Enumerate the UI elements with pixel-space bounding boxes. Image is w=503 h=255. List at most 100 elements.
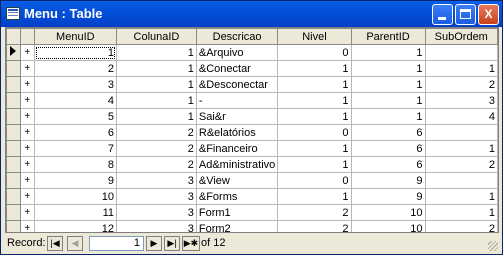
cell-parentid[interactable]: 1 <box>350 44 426 61</box>
cell-subordem[interactable]: 2 <box>424 76 498 93</box>
expand-subdatasheet-icon[interactable]: + <box>19 92 35 109</box>
cell-subordem[interactable]: 3 <box>424 92 498 109</box>
cell-descricao[interactable]: &Forms <box>195 188 279 205</box>
record-selector[interactable] <box>6 220 21 232</box>
cell-parentid[interactable]: 1 <box>350 76 426 93</box>
record-selector[interactable] <box>6 92 21 109</box>
record-selector[interactable] <box>6 44 21 61</box>
cell-subordem[interactable] <box>424 172 498 189</box>
cell-descricao[interactable]: &Arquivo <box>195 44 279 61</box>
column-header-subordem[interactable]: SubOrdem <box>424 28 498 45</box>
table-row[interactable]: +3 1 &Desconectar 1 1 2 <box>6 76 498 93</box>
previous-record-button[interactable]: ◀ <box>67 236 83 251</box>
cell-subordem[interactable]: 2 <box>424 156 498 173</box>
expand-subdatasheet-icon[interactable]: + <box>19 140 35 157</box>
cell-nivel[interactable]: 2 <box>277 204 352 221</box>
cell-descricao[interactable]: &Desconectar <box>195 76 279 93</box>
last-record-button[interactable]: ▶| <box>164 236 180 251</box>
cell-descricao[interactable]: Ad&ministrativo <box>195 156 279 173</box>
column-header-menuid[interactable]: MenuID <box>33 28 118 45</box>
table-row[interactable]: +7 2 &Financeiro 1 6 1 <box>6 140 498 157</box>
cell-parentid[interactable]: 9 <box>350 172 426 189</box>
expand-subdatasheet-icon[interactable]: + <box>19 44 35 61</box>
cell-nivel[interactable]: 1 <box>277 140 352 157</box>
cell-menuid[interactable]: 1 <box>33 44 118 61</box>
expand-subdatasheet-icon[interactable]: + <box>19 156 35 173</box>
cell-menuid[interactable]: 11 <box>33 204 118 221</box>
cell-colunaid[interactable]: 1 <box>116 44 197 61</box>
cell-subordem[interactable] <box>424 44 498 61</box>
cell-colunaid[interactable]: 2 <box>116 156 197 173</box>
cell-menuid[interactable]: 9 <box>33 172 118 189</box>
title-bar[interactable]: Menu : Table X <box>1 1 502 27</box>
cell-colunaid[interactable]: 2 <box>116 124 197 141</box>
table-row[interactable]: +10 3 &Forms 1 9 1 <box>6 188 498 205</box>
table-row[interactable]: +12 3 Form2 2 10 2 <box>6 220 498 232</box>
cell-descricao[interactable]: Sai&r <box>195 108 279 125</box>
first-record-button[interactable]: |◀ <box>47 236 63 251</box>
cell-descricao[interactable]: Form2 <box>195 220 279 232</box>
record-selector[interactable] <box>6 60 21 77</box>
expand-subdatasheet-icon[interactable]: + <box>19 60 35 77</box>
cell-parentid[interactable]: 1 <box>350 60 426 77</box>
cell-descricao[interactable]: R&elatórios <box>195 124 279 141</box>
cell-subordem[interactable]: 1 <box>424 188 498 205</box>
select-all-corner[interactable] <box>6 28 21 45</box>
record-selector[interactable] <box>6 124 21 141</box>
record-selector[interactable] <box>6 108 21 125</box>
cell-colunaid[interactable]: 1 <box>116 108 197 125</box>
cell-colunaid[interactable]: 2 <box>116 140 197 157</box>
cell-menuid[interactable]: 5 <box>33 108 118 125</box>
cell-colunaid[interactable]: 3 <box>116 204 197 221</box>
table-row[interactable]: +11 3 Form1 2 10 1 <box>6 204 498 221</box>
table-row[interactable]: +6 2 R&elatórios 0 6 <box>6 124 498 141</box>
cell-colunaid[interactable]: 3 <box>116 172 197 189</box>
cell-subordem[interactable] <box>424 124 498 141</box>
expand-subdatasheet-icon[interactable]: + <box>19 76 35 93</box>
cell-colunaid[interactable]: 3 <box>116 188 197 205</box>
cell-parentid[interactable]: 10 <box>350 220 426 232</box>
cell-nivel[interactable]: 0 <box>277 172 352 189</box>
cell-nivel[interactable]: 0 <box>277 124 352 141</box>
resize-grip-icon[interactable] <box>488 241 498 251</box>
cell-menuid[interactable]: 3 <box>33 76 118 93</box>
cell-parentid[interactable]: 9 <box>350 188 426 205</box>
cell-subordem[interactable]: 1 <box>424 204 498 221</box>
table-row[interactable]: +9 3 &View 0 9 <box>6 172 498 189</box>
expand-subdatasheet-icon[interactable]: + <box>19 172 35 189</box>
maximize-button[interactable] <box>455 4 476 25</box>
cell-descricao[interactable]: Form1 <box>195 204 279 221</box>
cell-parentid[interactable]: 6 <box>350 140 426 157</box>
expand-subdatasheet-icon[interactable]: + <box>19 188 35 205</box>
minimize-button[interactable] <box>432 4 453 25</box>
expand-subdatasheet-icon[interactable]: + <box>19 108 35 125</box>
cell-subordem[interactable]: 1 <box>424 140 498 157</box>
cell-colunaid[interactable]: 3 <box>116 220 197 232</box>
cell-nivel[interactable]: 1 <box>277 188 352 205</box>
cell-menuid[interactable]: 6 <box>33 124 118 141</box>
cell-nivel[interactable]: 1 <box>277 108 352 125</box>
cell-menuid[interactable]: 4 <box>33 92 118 109</box>
cell-colunaid[interactable]: 1 <box>116 76 197 93</box>
column-header-descricao[interactable]: Descricao <box>195 28 279 45</box>
cell-descricao[interactable]: &Conectar <box>195 60 279 77</box>
cell-parentid[interactable]: 6 <box>350 124 426 141</box>
table-row[interactable]: +1 1 &Arquivo 0 1 <box>6 44 498 61</box>
cell-parentid[interactable]: 10 <box>350 204 426 221</box>
new-record-button[interactable]: ▶✱ <box>182 236 200 251</box>
cell-menuid[interactable]: 7 <box>33 140 118 157</box>
expand-subdatasheet-icon[interactable]: + <box>19 204 35 221</box>
cell-parentid[interactable]: 1 <box>350 92 426 109</box>
table-row[interactable]: +2 1 &Conectar 1 1 1 <box>6 60 498 77</box>
expand-subdatasheet-icon[interactable]: + <box>19 220 35 232</box>
record-selector[interactable] <box>6 172 21 189</box>
cell-nivel[interactable]: 2 <box>277 220 352 232</box>
record-selector[interactable] <box>6 204 21 221</box>
cell-menuid[interactable]: 2 <box>33 60 118 77</box>
column-header-nivel[interactable]: Nivel <box>277 28 352 45</box>
cell-colunaid[interactable]: 1 <box>116 92 197 109</box>
cell-nivel[interactable]: 1 <box>277 156 352 173</box>
close-button[interactable]: X <box>478 4 499 25</box>
table-row[interactable]: +8 2 Ad&ministrativo 1 6 2 <box>6 156 498 173</box>
record-number-input[interactable]: 1 <box>89 236 144 251</box>
